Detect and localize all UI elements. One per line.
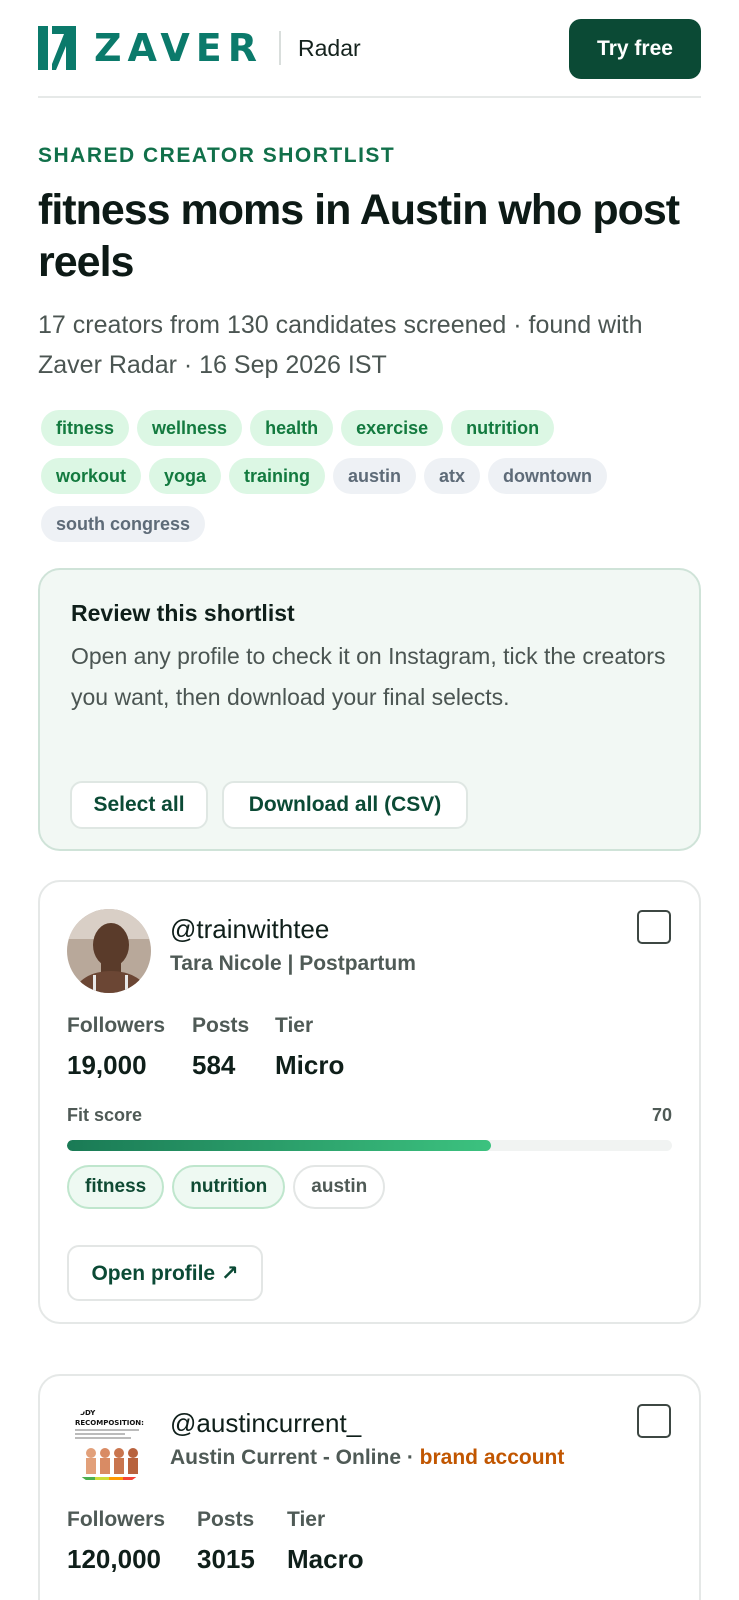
creator-name: Tara Nicole | Postpartum [170,952,416,975]
tag-training: training [229,458,326,494]
avatar-text: RECOMPOSITION: [75,1419,144,1427]
creator-name-line: Austin Current - Online · brand account [170,1446,564,1470]
avatar[interactable] [67,909,151,993]
select-creator-checkbox[interactable] [637,910,671,944]
tier-value: Micro [275,1050,345,1080]
tier-label: Tier [275,1014,314,1037]
tag-workout: workout [41,458,141,494]
posts-value: 584 [192,1050,236,1080]
fit-score-label: Fit score [67,1105,143,1125]
tag-yoga: yoga [149,458,222,494]
review-heading: Review this shortlist [71,600,295,626]
zaver-logo-icon [38,26,76,70]
avatar-photo [67,909,151,993]
avatar[interactable]: ODY RECOMPOSITION: [67,1403,151,1487]
followers-value: 19,000 [67,1050,147,1080]
tier-label: Tier [287,1508,326,1531]
top-header: ZAVER Radar Try free [38,0,701,98]
creator-tag: austin [293,1165,386,1209]
brand-logo[interactable]: ZAVER Radar [38,26,361,70]
logo-divider [279,31,282,65]
brand-name: ZAVER [94,26,264,70]
try-free-button[interactable]: Try free [569,19,701,79]
followers-label: Followers [67,1014,166,1037]
creator-card: @trainwithtee Tara Nicole | Postpartum F… [38,880,701,1324]
keyword-tags: fitness wellness health exercise nutriti… [41,410,661,542]
posts-value: 3015 [197,1544,255,1574]
tag-south-congress: south congress [41,506,206,542]
shortlist-meta: 17 creators from 130 candidates screened… [38,311,643,379]
brand-account-badge: brand account [419,1446,565,1469]
review-panel: Review this shortlist Open any profile t… [38,568,701,851]
avatar-book-cover: ODY RECOMPOSITION: [67,1403,151,1487]
fit-score-value: 70 [651,1105,672,1125]
tag-wellness: wellness [137,410,243,446]
posts-label: Posts [197,1508,255,1531]
tag-exercise: exercise [341,410,444,446]
tag-downtown: downtown [488,458,608,494]
page-eyebrow: SHARED CREATOR SHORTLIST [38,144,396,167]
open-profile-button[interactable]: Open profile ↗ [67,1245,263,1301]
tag-austin: austin [333,458,417,494]
review-instructions: Open any profile to check it on Instagra… [71,643,666,710]
followers-label: Followers [67,1508,166,1531]
tier-value: Macro [287,1544,364,1574]
fit-score-fill [67,1140,491,1151]
avatar-text: ODY [79,1409,96,1417]
creator-tags: fitness nutrition austin [67,1165,386,1209]
creator-handle[interactable]: @austincurrent_ [170,1408,361,1439]
select-creator-checkbox[interactable] [637,1404,671,1438]
followers-value: 120,000 [67,1544,161,1574]
posts-label: Posts [192,1014,250,1037]
creator-tag: nutrition [172,1165,286,1209]
product-name: Radar [298,34,361,61]
tag-fitness: fitness [41,410,130,446]
creator-handle[interactable]: @trainwithtee [170,914,329,945]
tag-nutrition: nutrition [451,410,555,446]
page-title: fitness moms in Austin who post reels [38,186,680,286]
creator-name: Austin Current - Online [170,1446,401,1469]
fit-score-bar [67,1140,672,1151]
select-all-button[interactable]: Select all [70,781,208,829]
creator-card: ODY RECOMPOSITION: @austincurrent_ Austi… [38,1374,701,1600]
tag-atx: atx [424,458,481,494]
creator-tag: fitness [67,1165,165,1209]
download-csv-button[interactable]: Download all (CSV) [222,781,468,829]
name-separator: · [401,1446,420,1469]
tag-health: health [250,410,334,446]
